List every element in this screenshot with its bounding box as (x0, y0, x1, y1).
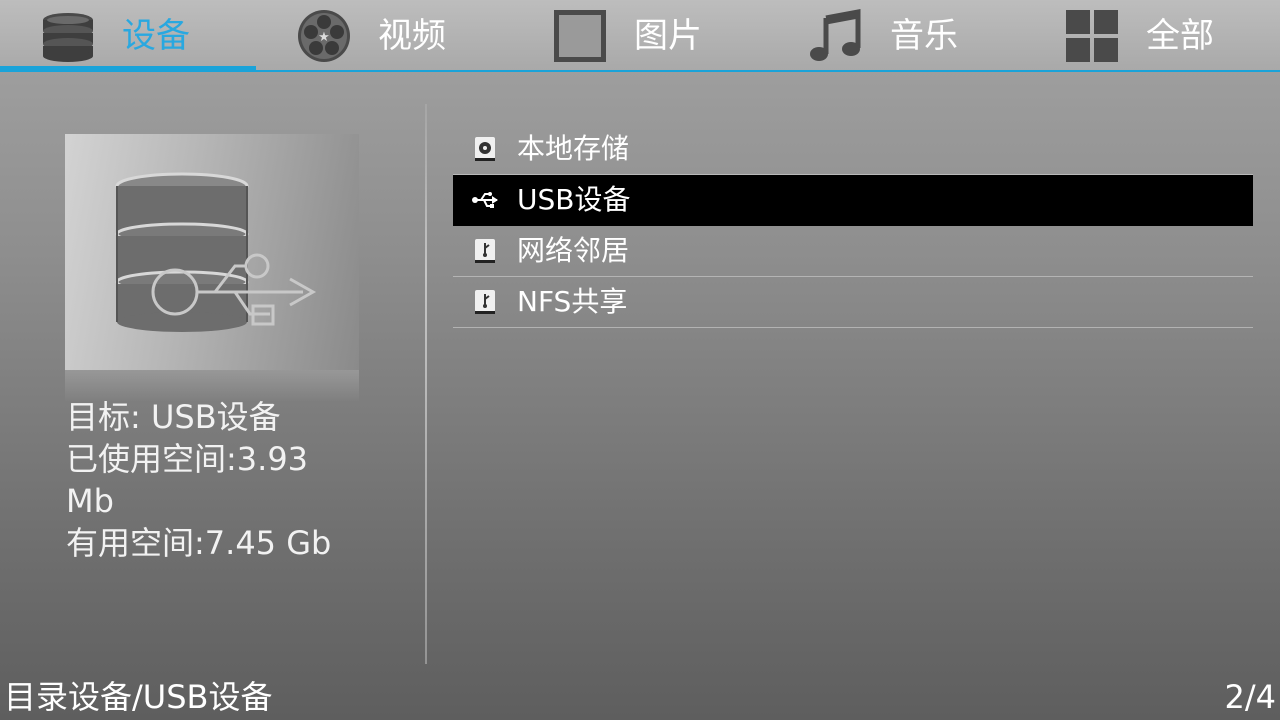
list-item-label: 本地存储 (517, 132, 630, 165)
list-item-local-storage[interactable]: 本地存储 (453, 124, 1253, 175)
tab-video[interactable]: ★ 视频 (256, 0, 512, 72)
tab-label: 设备 (122, 16, 190, 56)
panel-divider (425, 104, 427, 664)
target-label: 目标: USB设备 (66, 398, 281, 436)
list-item-network-neighborhood[interactable]: 网络邻居 (453, 226, 1253, 277)
list-item-usb-device[interactable]: USB设备 (453, 175, 1253, 226)
device-info: 目标: USB设备 已使用空间:3.93 Mb 有用空间:7.45 Gb (66, 396, 366, 564)
page-indicator: 2/4 (1224, 678, 1277, 716)
used-space-label: 已使用空间:3.93 Mb (66, 440, 309, 520)
music-note-icon (810, 8, 861, 61)
tab-label: 图片 (634, 16, 702, 56)
usb-database-icon (115, 172, 317, 332)
list-item-nfs-share[interactable]: NFS共享 (453, 277, 1253, 328)
top-tab-bar: 设备 ★ 视频 图片 音乐 全部 (0, 0, 1280, 72)
list-item-label: 网络邻居 (517, 234, 630, 267)
tab-all[interactable]: 全部 (1024, 0, 1280, 72)
device-preview (65, 134, 359, 370)
svg-text:★: ★ (318, 30, 330, 45)
film-reel-icon: ★ (298, 10, 350, 62)
grid-icon (1066, 10, 1118, 62)
list-item-label: USB设备 (517, 183, 631, 216)
device-list: 本地存储 USB设备 网络邻居 NFS共享 (453, 124, 1253, 328)
tab-pictures[interactable]: 图片 (512, 0, 768, 72)
tab-devices[interactable]: 设备 (0, 0, 256, 72)
network-drive-icon (475, 239, 495, 263)
network-drive-icon (475, 290, 495, 314)
hard-disk-icon (475, 137, 495, 161)
current-path: 目录设备/USB设备 (4, 678, 273, 716)
tab-label: 音乐 (890, 16, 958, 56)
free-space-label: 有用空间:7.45 Gb (66, 524, 332, 562)
list-item-label: NFS共享 (517, 285, 628, 318)
tab-music[interactable]: 音乐 (768, 0, 1024, 72)
tab-label: 全部 (1146, 16, 1214, 56)
usb-icon (472, 192, 498, 208)
database-icon (43, 13, 93, 62)
tab-label: 视频 (378, 16, 446, 56)
picture-frame-icon (554, 10, 606, 62)
